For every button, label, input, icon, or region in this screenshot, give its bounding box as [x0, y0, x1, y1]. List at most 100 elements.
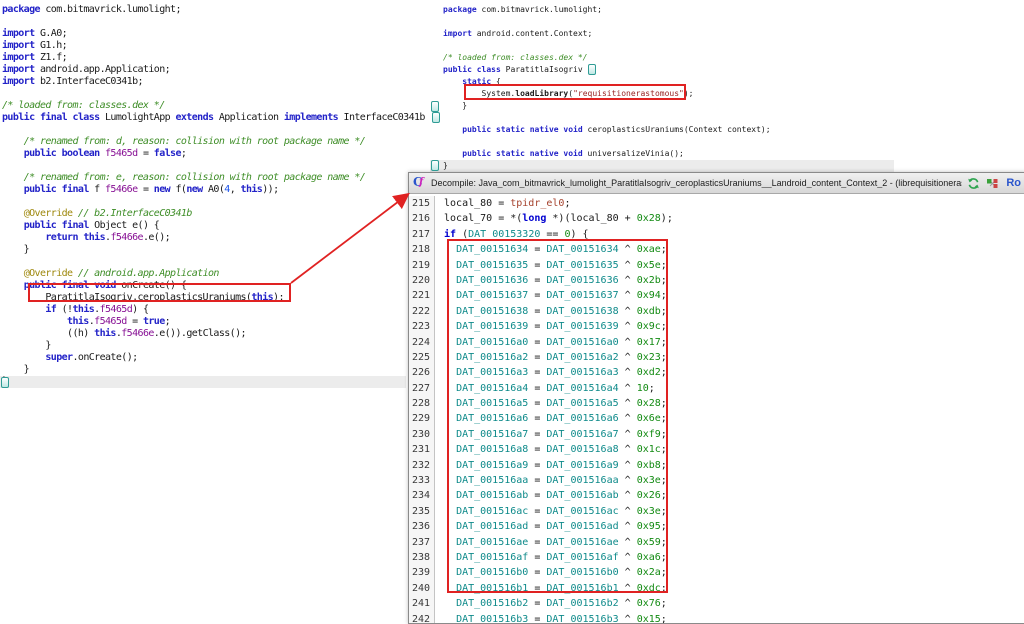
code-line — [2, 256, 432, 268]
refresh-icon[interactable] — [966, 176, 981, 191]
code-line: } — [443, 160, 903, 172]
code-line: import G1.h; — [2, 40, 432, 52]
line-number: 215 — [409, 196, 435, 211]
listing-line: 235 DAT_001516ac = DAT_001516ac ^ 0x3e; — [409, 504, 1024, 519]
listing-code: DAT_001516b0 = DAT_001516b0 ^ 0x2a; — [435, 565, 667, 580]
toolbar-clipped-label[interactable]: Ro — [1006, 177, 1021, 189]
fold-marker-icon[interactable] — [431, 160, 439, 171]
listing-code: DAT_001516ad = DAT_001516ad ^ 0x95; — [435, 519, 667, 534]
listing-code: DAT_001516a6 = DAT_001516a6 ^ 0x6e; — [435, 411, 667, 426]
code-line: this.f5465d = true; — [2, 316, 432, 328]
line-number: 242 — [409, 612, 435, 624]
code-line: import android.content.Context; — [443, 28, 903, 40]
fold-marker-icon[interactable] — [1, 377, 9, 388]
listing-code: DAT_001516af = DAT_001516af ^ 0xa6; — [435, 550, 667, 565]
code-line: package com.bitmavrick.lumolight; — [2, 4, 432, 16]
listing-code: DAT_00151636 = DAT_00151636 ^ 0x2b; — [435, 273, 667, 288]
code-line — [2, 196, 432, 208]
ghidra-decompiler-window[interactable]: C f Decompile: Java_com_bitmavrick_lumol… — [408, 172, 1024, 624]
code-line — [443, 136, 903, 148]
code-line — [443, 16, 903, 28]
code-line: return this.f5466e.e(); — [2, 232, 432, 244]
listing-code: local_80 = tpidr_el0; — [435, 196, 570, 211]
listing-line: 231 DAT_001516a8 = DAT_001516a8 ^ 0x1c; — [409, 442, 1024, 457]
listing-line: 227 DAT_001516a4 = DAT_001516a4 ^ 10; — [409, 381, 1024, 396]
code-line: import android.app.Application; — [2, 64, 432, 76]
listing-line: 237 DAT_001516ae = DAT_001516ae ^ 0x59; — [409, 535, 1024, 550]
code-line — [2, 124, 432, 136]
listing-line: 241 DAT_001516b2 = DAT_001516b2 ^ 0x76; — [409, 596, 1024, 611]
listing-line: 216 local_70 = *(long *)(local_80 + 0x28… — [409, 211, 1024, 226]
code-line: /* renamed from: d, reason: collision wi… — [2, 136, 432, 148]
code-line: /* loaded from: classes.dex */ — [2, 100, 432, 112]
decompiler-cf-icon: C f — [413, 176, 427, 190]
listing-code: DAT_00151639 = DAT_00151639 ^ 0x9c; — [435, 319, 667, 334]
code-line — [2, 16, 432, 28]
graph-icon[interactable] — [985, 176, 1000, 191]
code-line: public final Object e() { — [2, 220, 432, 232]
decompiler-listing[interactable]: 215 local_80 = tpidr_el0;216 local_70 = … — [409, 194, 1024, 624]
code-line: import G.A0; — [2, 28, 432, 40]
code-line: super.onCreate(); — [2, 352, 432, 364]
code-line: public static native void ceroplasticsUr… — [443, 124, 903, 136]
listing-code: DAT_001516b1 = DAT_001516b1 ^ 0xdc; — [435, 581, 667, 596]
fold-marker-icon[interactable] — [588, 64, 596, 75]
line-number: 222 — [409, 304, 435, 319]
code-line: if (!this.f5465d) { — [2, 304, 432, 316]
code-line: package com.bitmavrick.lumolight; — [443, 4, 903, 16]
line-number: 230 — [409, 427, 435, 442]
line-number: 239 — [409, 565, 435, 580]
listing-code: DAT_001516a9 = DAT_001516a9 ^ 0xb8; — [435, 458, 667, 473]
listing-code: DAT_001516a5 = DAT_001516a5 ^ 0x28; — [435, 396, 667, 411]
line-number: 218 — [409, 242, 435, 257]
code-line: } — [2, 244, 432, 256]
listing-code: DAT_001516b2 = DAT_001516b2 ^ 0x76; — [435, 596, 667, 611]
line-number: 223 — [409, 319, 435, 334]
listing-line: 222 DAT_00151638 = DAT_00151638 ^ 0xdb; — [409, 304, 1024, 319]
decompiler-title-bar[interactable]: C f Decompile: Java_com_bitmavrick_lumol… — [409, 173, 1024, 194]
listing-line: 229 DAT_001516a6 = DAT_001516a6 ^ 0x6e; — [409, 411, 1024, 426]
line-number: 227 — [409, 381, 435, 396]
fold-marker-icon[interactable] — [432, 112, 440, 123]
code-line: } — [2, 364, 432, 376]
line-number: 216 — [409, 211, 435, 226]
code-line: public final void onCreate() { — [2, 280, 432, 292]
listing-line: 233 DAT_001516aa = DAT_001516aa ^ 0x3e; — [409, 473, 1024, 488]
code-line: public final f f5466e = new f(new A0(4, … — [2, 184, 432, 196]
jadx-source-panel-paratitlaisogriv[interactable]: package com.bitmavrick.lumolight; import … — [443, 4, 903, 172]
code-line: @Override // android.app.Application — [2, 268, 432, 280]
listing-line: 242 DAT_001516b3 = DAT_001516b3 ^ 0x15; — [409, 612, 1024, 624]
line-number: 233 — [409, 473, 435, 488]
listing-line: 218 DAT_00151634 = DAT_00151634 ^ 0xae; — [409, 242, 1024, 257]
code-line: } — [2, 376, 432, 388]
code-line — [443, 112, 903, 124]
code-line: public final class LumolightApp extends … — [2, 112, 432, 124]
line-number: 220 — [409, 273, 435, 288]
line-number: 217 — [409, 227, 435, 242]
code-line — [443, 40, 903, 52]
listing-line: 225 DAT_001516a2 = DAT_001516a2 ^ 0x23; — [409, 350, 1024, 365]
listing-line: 238 DAT_001516af = DAT_001516af ^ 0xa6; — [409, 550, 1024, 565]
listing-line: 220 DAT_00151636 = DAT_00151636 ^ 0x2b; — [409, 273, 1024, 288]
fold-marker-icon[interactable] — [431, 101, 439, 112]
line-number: 228 — [409, 396, 435, 411]
line-number: 240 — [409, 581, 435, 596]
code-line: ((h) this.f5466e.e()).getClass(); — [2, 328, 432, 340]
line-number: 234 — [409, 488, 435, 503]
line-number: 235 — [409, 504, 435, 519]
listing-code: DAT_001516b3 = DAT_001516b3 ^ 0x15; — [435, 612, 667, 624]
listing-code: if (DAT_00153320 == 0) { — [435, 227, 589, 242]
line-number: 226 — [409, 365, 435, 380]
line-number: 237 — [409, 535, 435, 550]
listing-code: DAT_001516a8 = DAT_001516a8 ^ 0x1c; — [435, 442, 667, 457]
listing-line: 221 DAT_00151637 = DAT_00151637 ^ 0x94; — [409, 288, 1024, 303]
jadx-source-panel-lumolightapp[interactable]: package com.bitmavrick.lumolight; import … — [2, 4, 432, 388]
line-number: 241 — [409, 596, 435, 611]
listing-line: 217 if (DAT_00153320 == 0) { — [409, 227, 1024, 242]
code-line: } — [443, 100, 903, 112]
listing-code: DAT_00151638 = DAT_00151638 ^ 0xdb; — [435, 304, 667, 319]
listing-line: 232 DAT_001516a9 = DAT_001516a9 ^ 0xb8; — [409, 458, 1024, 473]
code-line: System.loadLibrary("requisitionerastomou… — [443, 88, 903, 100]
listing-line: 226 DAT_001516a3 = DAT_001516a3 ^ 0xd2; — [409, 365, 1024, 380]
listing-line: 240 DAT_001516b1 = DAT_001516b1 ^ 0xdc; — [409, 581, 1024, 596]
